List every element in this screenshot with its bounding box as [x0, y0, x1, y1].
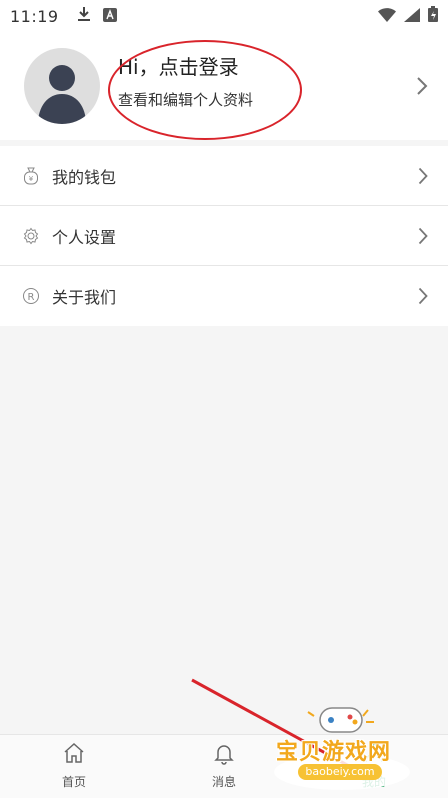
nav-item-home[interactable]: 首页 [34, 741, 114, 790]
status-time: 11:19 [10, 6, 59, 26]
nav-item-mine[interactable]: 我的 [334, 741, 414, 790]
menu-label: 个人设置 [52, 227, 117, 247]
menu-item-about[interactable]: R 关于我们 [0, 266, 448, 326]
chevron-right-icon [418, 227, 428, 249]
nav-label: 我的 [361, 775, 386, 789]
screen: 11:19 Hi，点击登录 查看和编辑个人资料 ¥ 我的钱包 个人设置 R 关于… [0, 0, 448, 798]
battery-icon [428, 6, 438, 26]
gear-icon [22, 227, 40, 245]
wifi-icon [378, 7, 396, 26]
registered-icon: R [22, 287, 40, 305]
profile-subtitle: 查看和编辑个人资料 [118, 91, 254, 109]
status-icons-left [77, 6, 117, 26]
menu-label: 我的钱包 [52, 167, 117, 187]
status-icons-right [378, 6, 438, 26]
nav-item-messages[interactable]: 消息 [184, 741, 264, 790]
chevron-right-icon [418, 167, 428, 189]
profile-text: Hi，点击登录 查看和编辑个人资料 [118, 54, 253, 110]
nav-label: 消息 [211, 775, 236, 789]
login-prompt[interactable]: Hi，点击登录 [118, 54, 253, 80]
chevron-right-icon [416, 76, 428, 100]
chevron-right-icon [418, 287, 428, 309]
font-a-icon [102, 7, 117, 26]
user-silhouette-icon [38, 65, 86, 124]
nav-label: 首页 [61, 775, 86, 789]
download-icon [77, 6, 91, 26]
avatar[interactable] [24, 48, 100, 124]
user-icon [334, 741, 414, 769]
signal-icon [404, 7, 420, 26]
svg-text:¥: ¥ [29, 175, 34, 183]
menu-item-settings[interactable]: 个人设置 [0, 206, 448, 266]
menu-list: ¥ 我的钱包 个人设置 R 关于我们 [0, 146, 448, 326]
bottom-nav: 首页 消息 我的 [0, 734, 448, 798]
menu-label: 关于我们 [52, 288, 117, 307]
status-bar: 11:19 [0, 0, 448, 32]
wallet-icon: ¥ [22, 167, 40, 185]
profile-header[interactable]: Hi，点击登录 查看和编辑个人资料 [0, 32, 448, 140]
menu-item-wallet[interactable]: ¥ 我的钱包 [0, 146, 448, 206]
bell-icon [184, 741, 264, 769]
home-icon [34, 741, 114, 769]
svg-text:R: R [28, 292, 35, 303]
